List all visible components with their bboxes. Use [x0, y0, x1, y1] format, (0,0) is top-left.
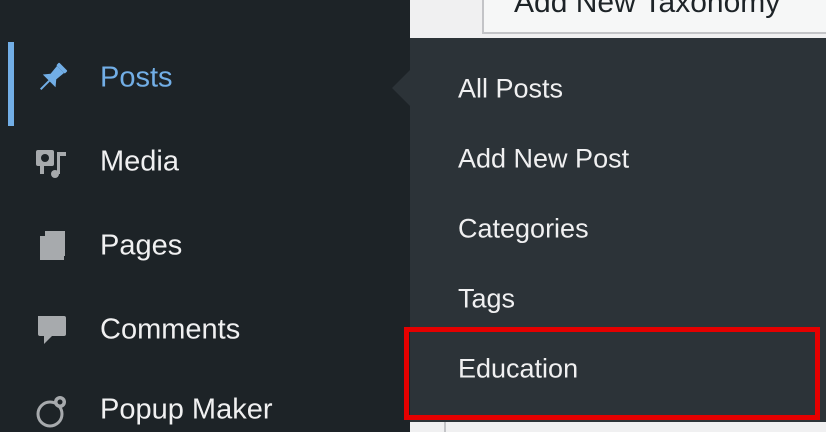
submenu-item-label: Add New Post	[458, 143, 630, 174]
page-heading-box: Add New Taxonomy	[482, 0, 826, 34]
page-title: Add New Taxonomy	[514, 0, 781, 19]
menu-item-label: Posts	[100, 61, 173, 94]
menu-item-label: Popup Maker	[100, 393, 273, 426]
highlight-annotation-box	[404, 327, 820, 420]
menu-item-pages[interactable]: Pages	[0, 206, 410, 286]
menu-item-comments[interactable]: Comments	[0, 290, 410, 370]
submenu-item-all-posts[interactable]: All Posts	[410, 54, 826, 124]
page-header-strip: Add New Taxonomy	[410, 0, 826, 38]
comment-bubble-icon	[30, 310, 74, 350]
menu-item-label: Pages	[100, 229, 183, 262]
submenu-item-add-new-post[interactable]: Add New Post	[410, 124, 826, 194]
submenu-item-label: Categories	[458, 213, 589, 244]
submenu-pointer-arrow	[392, 70, 410, 106]
popup-maker-icon	[30, 390, 74, 430]
submenu-item-tags[interactable]: Tags	[410, 264, 826, 334]
pushpin-icon	[30, 58, 74, 98]
menu-item-label: Comments	[100, 313, 241, 346]
menu-item-media[interactable]: Media	[0, 122, 410, 202]
menu-item-label: Media	[100, 145, 179, 178]
pages-icon	[30, 226, 74, 266]
submenu-item-label: All Posts	[458, 73, 564, 104]
media-icon	[30, 142, 74, 182]
submenu-item-label: Tags	[458, 283, 516, 314]
menu-item-popup-maker[interactable]: Popup Maker	[0, 370, 410, 432]
admin-sidebar-menu: Posts Media Pages Comments Popup Maker	[0, 0, 410, 432]
submenu-item-categories[interactable]: Categories	[410, 194, 826, 264]
page-bottom-edge	[410, 422, 826, 432]
menu-item-posts[interactable]: Posts	[0, 38, 410, 126]
